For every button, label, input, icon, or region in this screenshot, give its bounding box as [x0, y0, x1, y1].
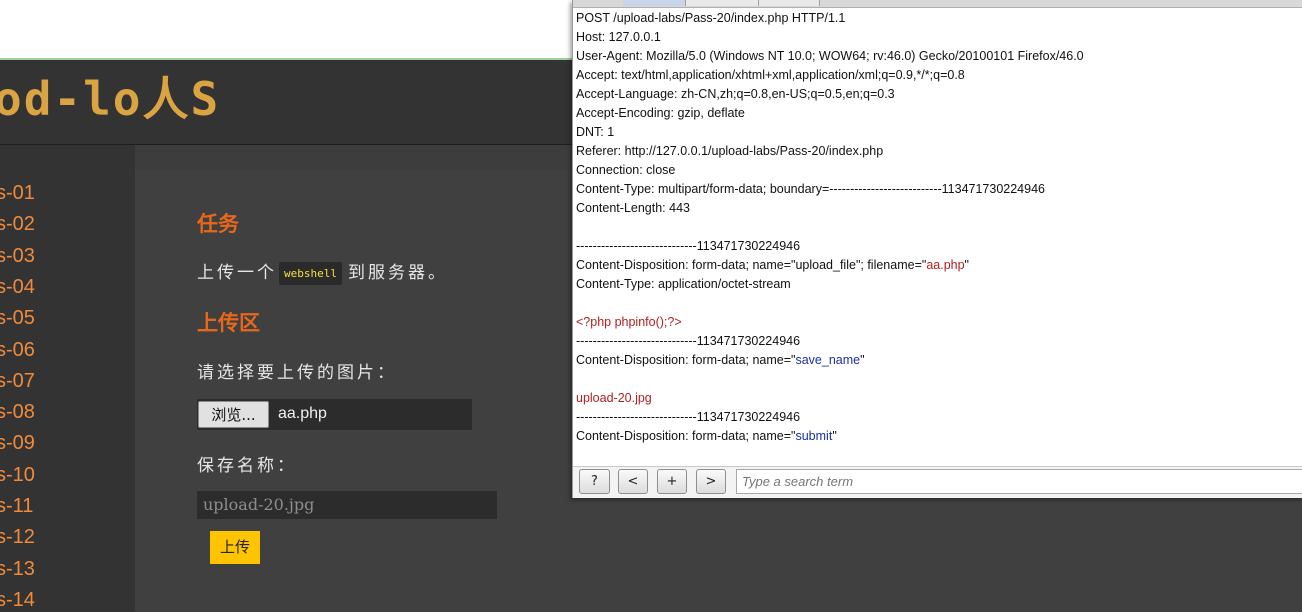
task-text-before: 上传一个	[197, 263, 277, 283]
request-text-segment: DNT: 1	[576, 125, 615, 139]
sidebar-item[interactable]: s-14	[0, 589, 35, 612]
request-line: POST /upload-labs/Pass-20/index.php HTTP…	[576, 9, 1296, 28]
request-editor[interactable]: POST /upload-labs/Pass-20/index.php HTTP…	[576, 9, 1296, 461]
sidebar-item[interactable]: s-07	[0, 370, 35, 393]
browse-button[interactable]: 浏览...	[198, 401, 269, 428]
request-text-segment: Accept: text/html,application/xhtml+xml,…	[576, 68, 965, 82]
help-button[interactable]: ?	[579, 469, 610, 494]
request-line: Content-Length: 443	[576, 199, 1296, 218]
request-text-segment: Content-Disposition: form-data; name="	[576, 353, 796, 367]
sidebar-item[interactable]: s-02	[0, 213, 35, 236]
task-description: 上传一个 webshell 到服务器。	[197, 258, 448, 285]
request-text-segment: Accept-Language: zh-CN,zh;q=0.8,en-US;q=…	[576, 87, 895, 101]
burp-tab[interactable]	[623, 0, 686, 6]
request-line	[576, 294, 1296, 313]
task-text-after: 到服务器。	[347, 263, 448, 283]
request-line: Connection: close	[576, 161, 1296, 180]
request-line: <?php phpinfo();?>	[576, 313, 1296, 332]
add-button[interactable]: +	[657, 469, 687, 494]
request-line: User-Agent: Mozilla/5.0 (Windows NT 10.0…	[576, 47, 1296, 66]
request-line: DNT: 1	[576, 123, 1296, 142]
request-text-segment: "	[964, 258, 969, 272]
request-line: Host: 127.0.0.1	[576, 28, 1296, 47]
request-line: Referer: http://127.0.0.1/upload-labs/Pa…	[576, 142, 1296, 161]
upload-submit-button[interactable]: 上传	[210, 531, 260, 564]
site-logo[interactable]: od-lo人S	[0, 74, 220, 124]
request-text-segment: Host: 127.0.0.1	[576, 30, 661, 44]
previous-button[interactable]: <	[618, 469, 648, 494]
sidebar-item[interactable]: s-10	[0, 464, 35, 487]
request-text-segment: User-Agent: Mozilla/5.0 (Windows NT 10.0…	[576, 49, 1084, 63]
request-text-segment: Content-Disposition: form-data; name="	[576, 429, 796, 443]
request-line: Accept-Encoding: gzip, deflate	[576, 104, 1296, 123]
request-line: Content-Type: application/octet-stream	[576, 275, 1296, 294]
search-input[interactable]: Type a search term	[736, 469, 1302, 494]
burp-search-toolbar: ? < + > Type a search term	[573, 466, 1302, 498]
sidebar-item[interactable]: s-06	[0, 339, 35, 362]
request-line: -----------------------------11347173022…	[576, 237, 1296, 256]
upload-heading: 上传区	[197, 311, 260, 335]
request-text-segment: Content-Type: application/octet-stream	[576, 277, 791, 291]
request-text-segment: -----------------------------11347173022…	[576, 239, 801, 253]
next-button[interactable]: >	[696, 469, 726, 494]
request-text-segment: Content-Disposition: form-data; name="up…	[576, 258, 927, 272]
request-text-segment: Referer: http://127.0.0.1/upload-labs/Pa…	[576, 144, 884, 158]
request-text-segment: Connection: close	[576, 163, 676, 177]
selected-file-name: aa.php	[278, 405, 327, 422]
request-text-segment: -----------------------------11347173022…	[576, 334, 801, 348]
sidebar-item[interactable]: s-13	[0, 558, 35, 581]
sidebar-item[interactable]: s-08	[0, 401, 35, 424]
sidebar-item[interactable]: s-09	[0, 432, 35, 455]
save-name-input[interactable]: upload-20.jpg	[197, 491, 497, 519]
task-heading: 任务	[197, 212, 239, 236]
sidebar-item[interactable]: s-05	[0, 307, 35, 330]
request-text-segment: "	[832, 429, 837, 443]
sidebar-item[interactable]: s-04	[0, 276, 35, 299]
request-text-segment: Accept-Encoding: gzip, deflate	[576, 106, 745, 120]
sidebar-item[interactable]: s-03	[0, 245, 35, 268]
sidebar-item[interactable]: s-01	[0, 182, 35, 205]
request-text-segment: <?php phpinfo();?>	[576, 315, 682, 329]
request-line: Content-Disposition: form-data; name="sa…	[576, 351, 1296, 370]
request-text-segment: -----------------------------11347173022…	[576, 410, 801, 424]
burp-request-panel: POST /upload-labs/Pass-20/index.php HTTP…	[572, 0, 1302, 498]
burp-tab[interactable]	[686, 0, 759, 6]
request-line: Content-Disposition: form-data; name="su…	[576, 427, 1296, 446]
request-line: -----------------------------11347173022…	[576, 332, 1296, 351]
request-line: Accept: text/html,application/xhtml+xml,…	[576, 66, 1296, 85]
request-line: upload-20.jpg	[576, 389, 1296, 408]
sidebar-item[interactable]: s-12	[0, 526, 35, 549]
request-text-segment: upload-20.jpg	[576, 391, 652, 405]
burp-tab[interactable]	[759, 0, 820, 6]
request-text-segment: aa.php	[926, 258, 965, 272]
save-name-label: 保存名称：	[197, 456, 297, 476]
request-text-segment: save_name	[795, 353, 861, 367]
request-line: -----------------------------11347173022…	[576, 408, 1296, 427]
sidebar: s-01 s-02 s-03 s-04 s-05 s-06 s-07 s-08 s-09 s-10…	[0, 145, 135, 612]
request-text-segment: POST /upload-labs/Pass-20/index.php HTTP…	[576, 11, 846, 25]
request-line	[576, 370, 1296, 389]
request-line: Accept-Language: zh-CN,zh;q=0.8,en-US;q=…	[576, 85, 1296, 104]
file-input[interactable]: 浏览... aa.php	[197, 399, 472, 430]
request-line: Content-Disposition: form-data; name="up…	[576, 256, 1296, 275]
request-line: Content-Type: multipart/form-data; bound…	[576, 180, 1296, 199]
request-text-segment: Content-Length: 443	[576, 201, 690, 215]
sidebar-item[interactable]: s-11	[0, 495, 33, 518]
burp-tab-strip	[573, 0, 1302, 8]
select-file-label: 请选择要上传的图片：	[197, 363, 397, 383]
webshell-code: webshell	[279, 261, 342, 285]
request-text-segment: submit	[795, 429, 833, 443]
request-text-segment: Content-Type: multipart/form-data; bound…	[576, 182, 1045, 196]
request-line	[576, 218, 1296, 237]
request-text-segment: "	[860, 353, 865, 367]
